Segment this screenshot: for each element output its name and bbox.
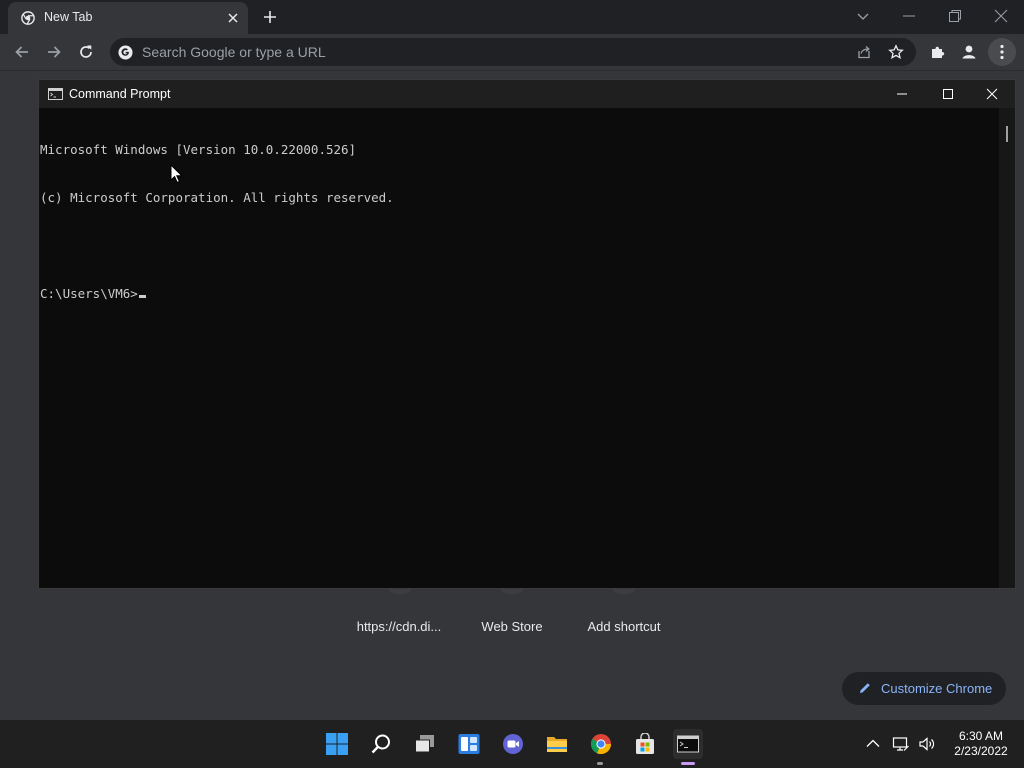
- reload-icon[interactable]: [77, 43, 95, 61]
- network-icon[interactable]: [892, 735, 910, 753]
- task-view-icon: [415, 735, 434, 753]
- show-hidden-icons-chevron-icon[interactable]: [864, 735, 882, 753]
- browser-close-icon[interactable]: [993, 8, 1009, 24]
- toolbar-divider: [0, 70, 1024, 71]
- widgets-button[interactable]: [454, 729, 484, 759]
- text-cursor: [138, 295, 146, 298]
- windows-logo-icon: [326, 733, 348, 755]
- microsoft-store-button[interactable]: [630, 729, 660, 759]
- search-icon: [371, 734, 390, 754]
- cmd-minimize-button[interactable]: [879, 80, 925, 108]
- cmd-app-icon: [48, 88, 63, 100]
- bookmark-star-icon[interactable]: [888, 44, 904, 60]
- customize-chrome-button[interactable]: Customize Chrome: [842, 672, 1006, 705]
- file-explorer-button[interactable]: [542, 729, 572, 759]
- scrollbar-thumb[interactable]: [1006, 126, 1008, 142]
- console-scrollbar[interactable]: [999, 108, 1015, 588]
- share-icon[interactable]: [856, 44, 872, 60]
- terminal-icon: [677, 735, 699, 753]
- tab-new-tab[interactable]: New Tab: [8, 2, 248, 34]
- command-prompt-window[interactable]: Command Prompt Microsoft Windows [Versio…: [38, 79, 1016, 589]
- tab-search-chevron-icon[interactable]: [855, 8, 871, 24]
- close-icon: [986, 88, 998, 100]
- console-prompt-line[interactable]: C:\Users\VM6>: [40, 286, 998, 302]
- widgets-icon: [458, 734, 480, 754]
- extensions-puzzle-icon[interactable]: [929, 43, 947, 61]
- clock-time: 6:30 AM: [958, 729, 1004, 743]
- console-line: Microsoft Windows [Version 10.0.22000.52…: [40, 142, 357, 157]
- mouse-pointer-icon: [170, 164, 184, 184]
- browser-minimize-icon[interactable]: [901, 8, 917, 24]
- shortcut-label[interactable]: https://cdn.di...: [344, 619, 454, 634]
- shortcut-label[interactable]: Add shortcut: [568, 619, 680, 634]
- omnibox-placeholder: Search Google or type a URL: [142, 44, 326, 60]
- volume-icon[interactable]: [918, 735, 936, 753]
- active-app-indicator: [681, 762, 695, 765]
- windows-taskbar: 6:30 AM 2/23/2022: [0, 720, 1024, 768]
- google-g-icon: [118, 45, 133, 60]
- console-line: (c) Microsoft Corporation. All rights re…: [40, 190, 394, 205]
- pencil-icon: [860, 683, 870, 693]
- task-view-button[interactable]: [410, 729, 440, 759]
- cmd-title-bar[interactable]: Command Prompt: [39, 80, 1015, 108]
- console-prompt: C:\Users\VM6>: [40, 286, 138, 301]
- cmd-maximize-button[interactable]: [925, 80, 971, 108]
- running-indicator: [597, 762, 603, 765]
- chrome-taskbar-button[interactable]: [586, 729, 616, 765]
- browser-toolbar: Search Google or type a URL: [0, 34, 1024, 70]
- command-prompt-taskbar-button[interactable]: [673, 729, 703, 765]
- clock-date: 2/23/2022: [954, 744, 1008, 758]
- chat-icon: [503, 734, 523, 754]
- browser-tab-strip: New Tab: [0, 0, 1024, 34]
- cmd-window-title: Command Prompt: [69, 87, 171, 101]
- new-tab-plus-icon[interactable]: [262, 9, 278, 25]
- forward-arrow-icon[interactable]: [45, 43, 63, 61]
- profile-avatar-icon[interactable]: [960, 43, 978, 61]
- chrome-menu-button[interactable]: [988, 38, 1016, 66]
- folder-icon: [547, 737, 567, 752]
- customize-chrome-label: Customize Chrome: [881, 681, 993, 696]
- store-bag-icon: [636, 733, 654, 754]
- start-button[interactable]: [322, 729, 352, 759]
- omnibox[interactable]: Search Google or type a URL: [110, 38, 916, 66]
- teams-chat-button[interactable]: [498, 729, 528, 759]
- kebab-menu-icon: [1000, 44, 1004, 60]
- cmd-close-button[interactable]: [969, 80, 1015, 108]
- browser-restore-icon[interactable]: [947, 8, 963, 24]
- minimize-icon: [897, 93, 907, 95]
- chrome-icon: [590, 734, 612, 755]
- system-clock[interactable]: 6:30 AM 2/23/2022: [946, 729, 1016, 759]
- chrome-icon: [21, 11, 35, 25]
- shortcut-label[interactable]: Web Store: [457, 619, 567, 634]
- tab-title: New Tab: [44, 10, 93, 24]
- taskbar-search-button[interactable]: [366, 729, 396, 759]
- close-tab-icon[interactable]: [226, 11, 240, 25]
- maximize-icon: [943, 89, 953, 99]
- back-arrow-icon[interactable]: [13, 43, 31, 61]
